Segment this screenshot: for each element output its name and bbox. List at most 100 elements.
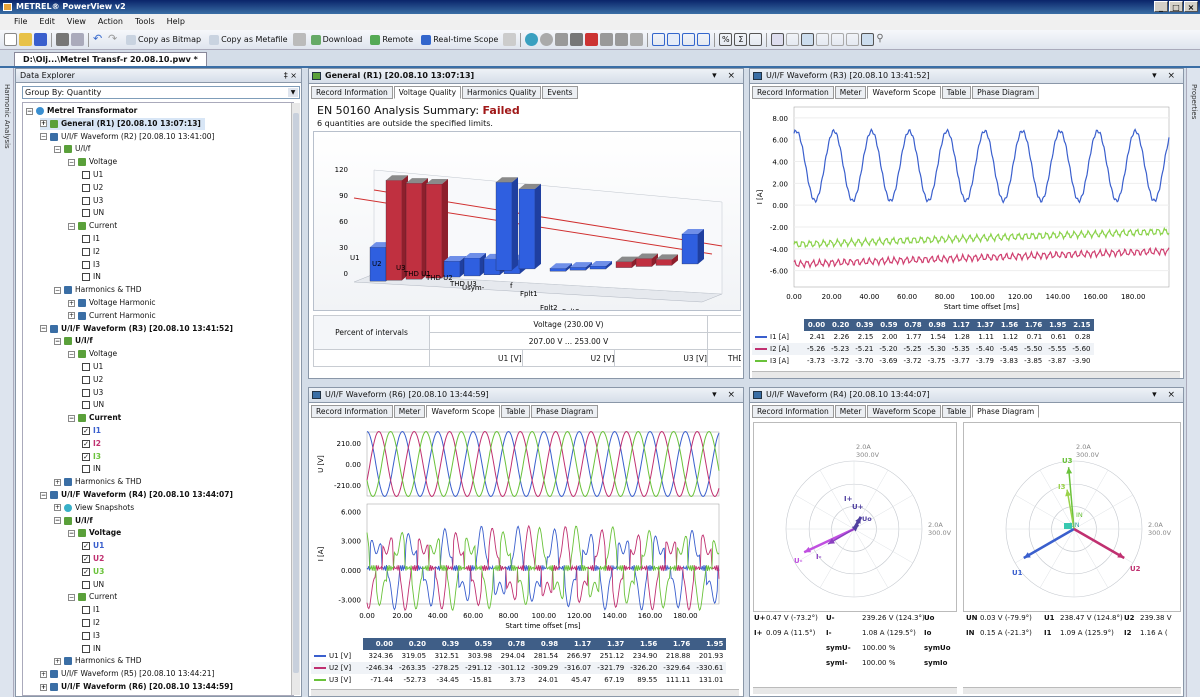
tree-node[interactable]: ✓ I1 bbox=[82, 425, 101, 437]
collapse-icon[interactable]: − bbox=[54, 337, 61, 345]
collapse-icon[interactable]: − bbox=[40, 133, 47, 141]
r6-table-scrollbar[interactable] bbox=[311, 689, 739, 696]
copy-metafile-button[interactable]: Copy as Metafile bbox=[206, 34, 291, 45]
tree-node[interactable]: − Voltage bbox=[68, 348, 117, 360]
tab-meter[interactable]: Meter bbox=[834, 86, 867, 99]
maximize-button[interactable]: □ bbox=[1169, 1, 1183, 12]
tree-node[interactable]: − Harmonics & THD bbox=[54, 284, 142, 296]
close-button[interactable]: × bbox=[1184, 1, 1198, 12]
minimize-button[interactable]: _ bbox=[1154, 1, 1168, 12]
tool3-icon[interactable] bbox=[630, 33, 644, 46]
checkbox[interactable]: ✓ bbox=[82, 427, 90, 435]
checkbox[interactable] bbox=[82, 375, 90, 384]
tree-node[interactable]: U3 bbox=[82, 195, 103, 207]
open-folder-icon[interactable] bbox=[19, 33, 32, 46]
tree-node[interactable]: − U/I/f bbox=[54, 335, 93, 347]
tree-node[interactable]: ✓ I2 bbox=[82, 438, 101, 450]
tree-node[interactable]: − Current bbox=[68, 412, 121, 424]
collapse-icon[interactable]: − bbox=[68, 529, 75, 537]
menu-tools[interactable]: Tools bbox=[129, 14, 161, 30]
expand-icon[interactable]: + bbox=[54, 504, 61, 512]
collapse-icon[interactable]: − bbox=[68, 593, 75, 601]
connect-icon[interactable] bbox=[525, 33, 539, 46]
harmonic-analysis-tab[interactable]: Harmonic Analysis bbox=[3, 84, 11, 149]
tree-node[interactable]: IN bbox=[82, 463, 101, 475]
menu-view[interactable]: View bbox=[61, 14, 92, 30]
collapse-icon[interactable]: − bbox=[40, 491, 47, 499]
expand-icon[interactable]: + bbox=[40, 683, 47, 691]
expand-icon[interactable]: + bbox=[68, 299, 75, 307]
expand-icon[interactable]: + bbox=[54, 657, 61, 665]
tree-node[interactable]: − U/I/f bbox=[54, 143, 90, 155]
tree-node[interactable]: + U/I/F Waveform (R5) [20.08.10 13:44:21] bbox=[40, 668, 214, 680]
checkbox[interactable] bbox=[82, 644, 90, 653]
checkbox[interactable] bbox=[82, 606, 90, 615]
tree-node[interactable]: ✓ I3 bbox=[82, 451, 101, 463]
settings-icon[interactable] bbox=[555, 33, 569, 46]
layout1-icon[interactable] bbox=[771, 33, 785, 46]
checkbox[interactable]: ✓ bbox=[82, 452, 90, 461]
save-icon[interactable] bbox=[34, 33, 47, 46]
tree-node[interactable]: ✓ U2 bbox=[82, 553, 104, 565]
tab-waveform-scope[interactable]: Waveform Scope bbox=[426, 405, 500, 418]
tree-node[interactable]: − Metrel Transformator bbox=[26, 105, 137, 117]
collapse-icon[interactable]: − bbox=[26, 107, 33, 115]
layout5-icon[interactable] bbox=[831, 33, 845, 46]
tree-node[interactable]: + U/I/F Waveform (R6) [20.08.10 13:44:59] bbox=[40, 681, 233, 693]
checkbox[interactable] bbox=[82, 363, 90, 371]
tree-node[interactable]: U3 bbox=[82, 387, 103, 399]
tree-node[interactable]: U2 bbox=[82, 374, 103, 386]
instrument-icon[interactable] bbox=[570, 33, 584, 46]
panel-controls[interactable]: ▾ × bbox=[712, 388, 739, 402]
checkbox[interactable] bbox=[82, 273, 90, 282]
print-icon[interactable] bbox=[56, 33, 69, 46]
tree-node[interactable]: I1 bbox=[82, 604, 100, 616]
tab-record-information[interactable]: Record Information bbox=[311, 405, 393, 418]
sigma-icon[interactable]: Σ bbox=[734, 33, 748, 46]
tree-node[interactable]: I2 bbox=[82, 617, 100, 629]
tree-node[interactable]: I1 bbox=[82, 233, 100, 245]
tab-record-information[interactable]: Record Information bbox=[752, 86, 834, 99]
tree-node[interactable]: IN bbox=[82, 271, 101, 283]
tree-node[interactable]: I2 bbox=[82, 246, 100, 258]
tree-node[interactable]: − Current bbox=[68, 591, 117, 603]
tree-node[interactable]: I3 bbox=[82, 259, 100, 271]
checkbox[interactable] bbox=[82, 196, 90, 205]
collapse-icon[interactable]: − bbox=[68, 222, 75, 230]
layout7-icon[interactable] bbox=[861, 33, 875, 46]
checkbox[interactable] bbox=[82, 401, 90, 410]
checkbox[interactable] bbox=[82, 247, 90, 256]
tree-node[interactable]: IN bbox=[82, 643, 101, 655]
tree-node[interactable]: + Voltage Harmonic bbox=[68, 297, 156, 309]
checkbox[interactable]: ✓ bbox=[82, 542, 90, 551]
tree-node[interactable]: U2 bbox=[82, 182, 103, 194]
checkbox[interactable] bbox=[82, 235, 90, 243]
tree-node[interactable]: I3 bbox=[82, 630, 100, 642]
tab-phase-diagram[interactable]: Phase Diagram bbox=[972, 86, 1040, 99]
scale-icon[interactable] bbox=[749, 33, 763, 46]
tree-node[interactable]: + Harmonics & THD bbox=[54, 476, 142, 488]
tree-node[interactable]: UN bbox=[82, 207, 104, 219]
menu-help[interactable]: Help bbox=[161, 14, 191, 30]
tab-voltage-quality[interactable]: Voltage Quality bbox=[393, 86, 462, 99]
collapse-icon[interactable]: − bbox=[68, 414, 75, 422]
tab-events[interactable]: Events bbox=[542, 86, 578, 99]
properties-tab[interactable]: Properties bbox=[1190, 84, 1198, 119]
disconnect-icon[interactable] bbox=[540, 33, 554, 46]
print-preview-icon[interactable] bbox=[71, 33, 84, 46]
layout4-icon[interactable] bbox=[816, 33, 830, 46]
checkbox[interactable] bbox=[82, 619, 90, 627]
tab-meter[interactable]: Meter bbox=[393, 405, 426, 418]
search-icon[interactable]: ⚲ bbox=[876, 33, 889, 46]
panel-controls[interactable]: ▾ × bbox=[1152, 388, 1179, 402]
tab-waveform-scope[interactable]: Waveform Scope bbox=[867, 405, 941, 418]
checkbox[interactable] bbox=[82, 388, 90, 397]
tab-harmonics-quality[interactable]: Harmonics Quality bbox=[462, 86, 542, 99]
undo-icon[interactable]: ↶ bbox=[93, 33, 106, 46]
marker-icon[interactable] bbox=[682, 33, 696, 46]
tab-waveform-scope[interactable]: Waveform Scope bbox=[867, 86, 941, 99]
checkbox[interactable]: ✓ bbox=[82, 567, 90, 576]
layout3-icon[interactable] bbox=[801, 33, 815, 46]
realtime-scope-button[interactable]: Real-time Scope bbox=[418, 34, 501, 45]
tree-node[interactable]: U1 bbox=[82, 169, 103, 181]
